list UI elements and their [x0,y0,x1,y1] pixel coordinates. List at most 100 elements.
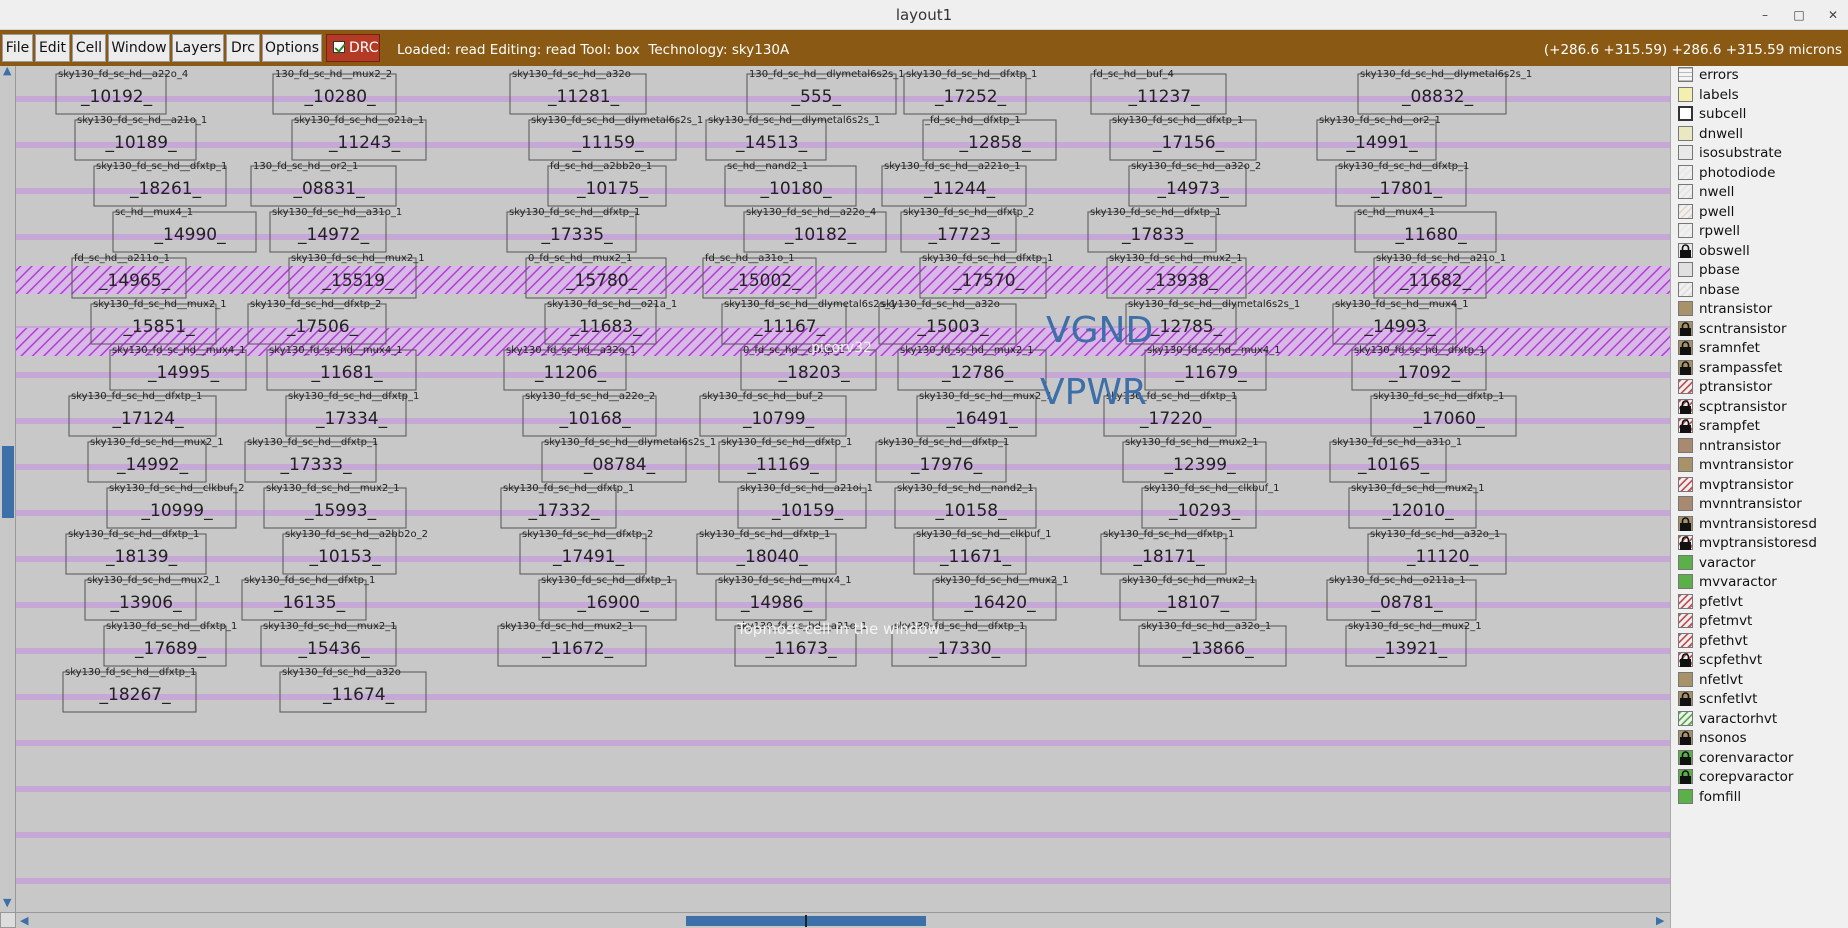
standard-cell[interactable]: sky130_fd_sc_hd__mux4_1 _11679_ [1144,345,1281,391]
standard-cell[interactable]: sky130_fd_sc_hd__mux4_1 _14986_ [715,575,852,621]
standard-cell[interactable]: sky130_fd_sc_hd__clkbuf_1 _11671_ [913,529,1052,575]
standard-cell[interactable]: sky130_fd_sc_hd__a2bb2o_2 _10153_ [282,529,428,575]
standard-cell[interactable]: sky130_fd_sc_hd__mux2_1 _12786_ [897,345,1047,391]
scroll-left-icon[interactable]: ◀ [20,914,28,927]
scroll-up-icon[interactable]: ▲ [3,64,11,77]
standard-cell[interactable]: sky130_fd_sc_hd__dlymetal6s2s_1 _14513_ [705,115,880,161]
standard-cell[interactable]: sky130_fd_sc_hd__dfxtp_1 _16900_ [538,575,677,621]
standard-cell[interactable]: sky130_fd_sc_hd__dfxtp_1 _17335_ [506,207,640,253]
maximize-button[interactable]: □ [1790,6,1808,24]
layout-drawing[interactable]: sky130_fd_sc_hd__a22o_4 _10192_ 130_fd_sc_… [16,66,1670,912]
standard-cell[interactable]: sky130_fd_sc_hd__a31o_1 _10165_ [1329,437,1462,483]
menu-cell[interactable]: Cell [72,34,106,62]
standard-cell[interactable]: sky130_fd_sc_hd__mux2_1 _14992_ [87,437,224,483]
standard-cell[interactable]: sky130_fd_sc_hd__dfxtp_1 _16135_ [241,575,375,621]
scroll-down-icon[interactable]: ▼ [3,896,11,909]
standard-cell[interactable]: sky130_fd_sc_hd__nand2_1 _10158_ [894,483,1037,529]
standard-cell[interactable]: sky130_fd_sc_hd__dfxtp_1 _17124_ [68,391,217,437]
scroll-right-icon[interactable]: ▶ [1656,914,1664,927]
standard-cell[interactable]: sky130_fd_sc_hd__dfxtp_2 _17723_ [900,207,1034,253]
standard-cell[interactable]: sky130_fd_sc_hd__dfxtp_1 _17252_ [903,69,1037,115]
vertical-scrollbar[interactable]: ▲ ▼ [0,64,16,912]
standard-cell[interactable]: sky130_fd_sc_hd__dfxtp_1 _17092_ [1351,345,1487,391]
standard-cell[interactable]: sky130_fd_sc_hd__clkbuf_1 _10293_ [1141,483,1280,529]
standard-cell[interactable]: sky130_fd_sc_hd__clkbuf_2 _10999_ [106,483,245,529]
standard-cell[interactable]: sky130_fd_sc_hd__mux2_1 _12399_ [1122,437,1267,483]
standard-cell[interactable]: sky130_fd_sc_hd__dfxtp_1 _17060_ [1370,391,1517,437]
lock-icon [1679,750,1692,765]
standard-cell[interactable]: sky130_fd_sc_hd__dfxtp_1 _18261_ [93,161,227,207]
standard-cell[interactable]: sky130_fd_sc_hd__dfxtp_1 _17833_ [1087,207,1221,253]
menu-window[interactable]: Window [108,34,170,62]
horizontal-scrollbar[interactable]: ◀ ▶ [16,912,1670,928]
menu-options[interactable]: Options [262,34,322,62]
standard-cell[interactable]: sky130_fd_sc_hd__o211a_1 _08781_ [1326,575,1477,621]
minimize-button[interactable]: – [1756,6,1774,24]
standard-cell[interactable]: sky130_fd_sc_hd__a31o_1 _14972_ [269,207,402,253]
standard-cell[interactable]: sc_hd__nand2_1 _10180_ [724,161,857,207]
standard-cell[interactable]: sky130_fd_sc_hd__mux2_1 _16420_ [932,575,1069,621]
standard-cell[interactable]: sky130_fd_sc_hd__dlymetal6s2s_1 _11159_ [528,115,703,161]
standard-cell[interactable]: sky130_fd_sc_hd__dfxtp_1 _17156_ [1109,115,1257,161]
vertical-scroll-thumb[interactable] [2,446,14,518]
standard-cell[interactable]: sky130_fd_sc_hd__dlymetal6s2s_1 _08784_ [541,437,716,483]
menu-edit[interactable]: Edit [35,34,70,62]
standard-cell[interactable]: sc_hd__mux4_1 _14990_ [112,207,257,253]
standard-cell[interactable]: sky130_fd_sc_hd__a21o_1 _10189_ [74,115,207,161]
standard-cell[interactable]: sky130_fd_sc_hd__a21oi_1 _10159_ [737,483,873,529]
layer-item-fomfill[interactable]: fomfill [1675,786,1845,808]
standard-cell[interactable]: sky130_fd_sc_hd__dfxtp_1 _18267_ [62,667,197,713]
menu-drc[interactable]: Drc [226,34,260,62]
standard-cell[interactable]: sky130_fd_sc_hd__buf_2 _10799_ [699,391,847,437]
cell-type-label: sky130_fd_sc_hd__a32o_1 [1370,529,1500,540]
standard-cell[interactable]: 130_fd_sc_hd__dlymetal6s2s_1 _555_ [746,69,905,115]
standard-cell[interactable]: sky130_fd_sc_hd__dfxtp_1 _18171_ [1100,529,1234,575]
standard-cell[interactable]: sky130_fd_sc_hd__a32o_2 _14973_ [1128,161,1261,207]
standard-cell[interactable]: sky130_fd_sc_hd__dfxtp_1 _18139_ [65,529,207,575]
standard-cell[interactable]: sky130_fd_sc_hd__o21a_1 _11243_ [291,115,427,161]
standard-cell[interactable]: sky130_fd_sc_hd__dfxtp_1 _17332_ [500,483,634,529]
standard-cell[interactable]: sky130_fd_sc_hd__dfxtp_1 _17689_ [103,621,237,667]
zoom-corner-box[interactable] [0,912,16,928]
standard-cell[interactable]: sky130_fd_sc_hd__mux2_1 _13921_ [1345,621,1482,667]
standard-cell[interactable]: 130_fd_sc_hd__or2_1 _08831_ [250,161,397,207]
menu-file[interactable]: File [2,34,33,62]
standard-cell[interactable]: sky130_fd_sc_hd__dfxtp_1 _17334_ [285,391,419,437]
standard-cell[interactable]: sky130_fd_sc_hd__mux2_1 _13906_ [84,575,221,621]
standard-cell[interactable]: sky130_fd_sc_hd__dfxtp_1 _17801_ [1335,161,1469,207]
standard-cell[interactable]: sky130_fd_sc_hd__mux4_1 _14995_ [109,345,247,391]
standard-cell[interactable]: 130_fd_sc_hd__mux2_2 _10280_ [272,69,397,115]
standard-cell[interactable]: sc_hd__mux4_1 _11680_ [1354,207,1497,253]
standard-cell[interactable]: sky130_fd_sc_hd__dfxtp_1 _17333_ [244,437,378,483]
standard-cell[interactable]: sky130_fd_sc_hd__mux2_1 _18107_ [1119,575,1257,621]
standard-cell[interactable]: sky130_fd_sc_hd__mux2_1 _15436_ [260,621,397,667]
standard-cell[interactable]: sky130_fd_sc_hd__mux2_1 _16491_ [916,391,1053,437]
standard-cell[interactable]: sky130_fd_sc_hd__dlymetal6s2s_1 _08832_ [1357,69,1532,115]
standard-cell[interactable]: sky130_fd_sc_hd__a221o_1 _11244_ [881,161,1027,207]
standard-cell[interactable]: sky130_fd_sc_hd__a22o_2 _10168_ [522,391,657,437]
standard-cell[interactable]: fd_sc_hd__buf_4 _11237_ [1090,69,1227,115]
standard-cell[interactable]: fd_sc_hd__a2bb2o_1 _10175_ [547,161,667,207]
drc-toggle[interactable]: DRC [326,34,380,62]
menu-layers[interactable]: Layers [172,34,224,62]
drc-checkbox-icon[interactable] [333,41,345,53]
standard-cell[interactable]: sky130_fd_sc_hd__mux2_1 _15993_ [263,483,407,529]
standard-cell[interactable]: sky130_fd_sc_hd__a22o_4 _10192_ [55,69,188,115]
standard-cell[interactable]: sky130_fd_sc_hd__a32o _11281_ [509,69,647,115]
standard-cell[interactable]: sky130_fd_sc_hd__a22o_4 _10182_ [743,207,887,253]
standard-cell[interactable]: _fd_sc_hd__dfxtp_1 _12858_ [922,115,1057,161]
standard-cell[interactable]: sky130_fd_sc_hd__a32o _11674_ [279,667,427,713]
standard-cell[interactable]: sky130_fd_sc_hd__dfxtp_1 _18040_ [696,529,837,575]
close-button[interactable]: ✕ [1824,6,1842,24]
standard-cell[interactable]: sky130_fd_sc_hd__dfxtp_2 _17491_ [519,529,653,575]
standard-cell[interactable]: sky130_fd_sc_hd__or2_1 _14991_ [1316,115,1441,161]
standard-cell[interactable]: sky130_fd_sc_hd__dfxtp_1 _17976_ [875,437,1009,483]
standard-cell[interactable]: sky130_fd_sc_hd__a32o_1 _13866_ [1138,621,1287,667]
standard-cell[interactable]: sky130_fd_sc_hd__mux2_1 _12010_ [1348,483,1485,529]
layout-canvas[interactable]: sky130_fd_sc_hd__a22o_4 _10192_ 130_fd_sc_… [16,66,1670,912]
standard-cell[interactable]: sky130_fd_sc_hd__mux2_1 _11672_ [497,621,647,667]
standard-cell[interactable]: sky130_fd_sc_hd__a32o_1 _11206_ [503,345,636,391]
standard-cell[interactable]: sky130_fd_sc_hd__a32o_1 _11120_ [1367,529,1507,575]
standard-cell[interactable]: sky130_fd_sc_hd__mux4_1 _11681_ [266,345,417,391]
standard-cell[interactable]: sky130_fd_sc_hd__dfxtp_1 _11169_ [718,437,852,483]
